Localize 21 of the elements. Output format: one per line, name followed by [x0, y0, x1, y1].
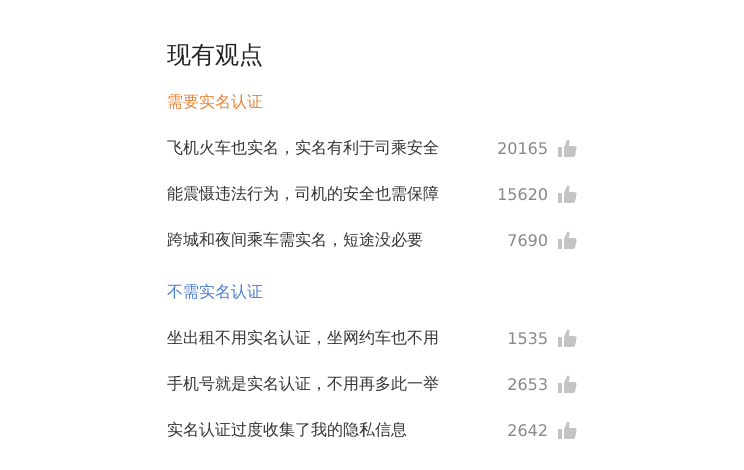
group-heading: 不需实名认证	[167, 281, 264, 303]
opinion-text: 手机号就是实名认证，不用再多此一举	[167, 374, 440, 394]
thumbs-up-icon[interactable]	[557, 374, 577, 394]
opinion-text: 飞机火车也实名，实名有利于司乘安全	[167, 138, 440, 158]
opinion-text: 坐出租不用实名认证，坐网约车也不用	[167, 328, 440, 348]
section-title: 现有观点	[167, 40, 264, 71]
thumbs-up-icon[interactable]	[557, 184, 577, 204]
like-count: 15620	[497, 184, 548, 204]
opinion-text: 实名认证过度收集了我的隐私信息	[167, 420, 408, 440]
thumbs-up-icon[interactable]	[557, 230, 577, 250]
opinion-text: 跨城和夜间乘车需实名，短途没必要	[167, 230, 424, 250]
like-count: 2653	[507, 374, 548, 394]
thumbs-up-icon[interactable]	[557, 138, 577, 158]
like-count: 7690	[507, 230, 548, 250]
like-count: 2642	[507, 420, 548, 440]
opinion-text: 能震慑违法行为，司机的安全也需保障	[167, 184, 440, 204]
thumbs-up-icon[interactable]	[557, 328, 577, 348]
like-count: 20165	[497, 138, 548, 158]
like-count: 1535	[507, 328, 548, 348]
group-heading: 需要实名认证	[167, 91, 264, 113]
thumbs-up-icon[interactable]	[557, 420, 577, 440]
